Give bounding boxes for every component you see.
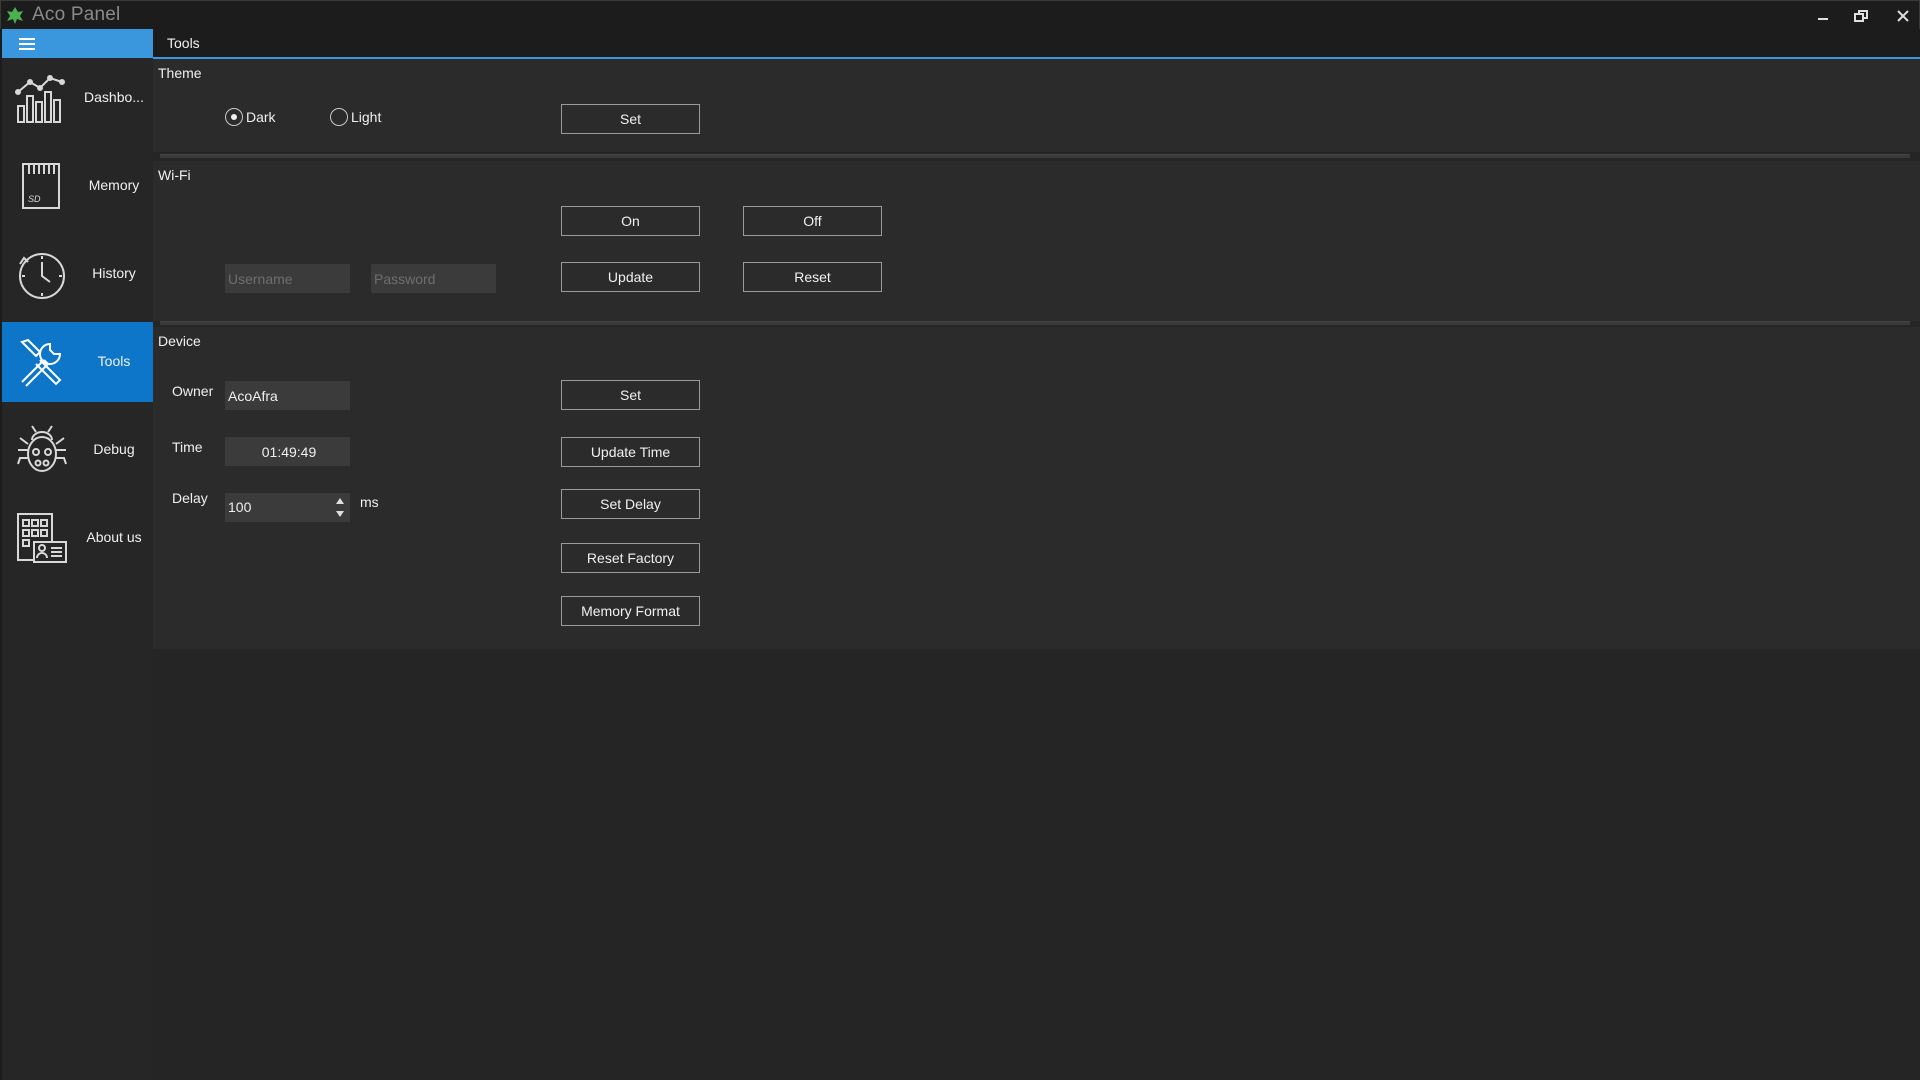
sidebar-item-tools[interactable]: Tools [2, 322, 153, 402]
radio-unselected-icon [330, 108, 348, 126]
wifi-reset-button[interactable]: Reset [743, 262, 882, 292]
time-input[interactable] [225, 437, 350, 466]
theme-panel: Theme Dark Light Set [153, 59, 1920, 152]
clock-icon [19, 253, 65, 299]
device-panel: Device Owner Set Time Update Time Delay … [153, 327, 1920, 649]
hamburger-icon [19, 37, 35, 50]
owner-set-button[interactable]: Set [561, 380, 700, 410]
set-delay-button[interactable]: Set Delay [561, 489, 700, 519]
sidebar-item-memory[interactable]: SD Memory [2, 146, 153, 226]
restore-icon [1854, 10, 1868, 22]
reset-factory-button[interactable]: Reset Factory [561, 543, 700, 573]
update-time-button[interactable]: Update Time [561, 437, 700, 467]
tools-icon [20, 338, 62, 387]
sidebar-item-about-us[interactable]: About us [2, 498, 153, 578]
wifi-section-title: Wi-Fi [158, 167, 191, 183]
about-card-icon [17, 513, 67, 563]
restore-button[interactable] [1847, 3, 1875, 29]
delay-label: Delay [172, 490, 208, 506]
memory-format-button[interactable]: Memory Format [561, 596, 700, 626]
close-button[interactable] [1889, 3, 1917, 29]
section-divider [160, 154, 1910, 158]
tools-content: Theme Dark Light Set Wi-Fi On Off Update… [153, 59, 1920, 1080]
sidebar-item-dashboard[interactable]: Dashbo... [2, 58, 153, 138]
spin-down-icon[interactable] [333, 508, 347, 520]
spin-up-icon[interactable] [333, 495, 347, 507]
device-section-title: Device [158, 333, 201, 349]
wifi-username-input[interactable] [225, 264, 350, 293]
wifi-off-button[interactable]: Off [743, 206, 882, 236]
menu-toggle-button[interactable] [2, 29, 153, 58]
sidebar-item-label: About us [86, 529, 142, 545]
sidebar-item-label: Memory [88, 177, 140, 193]
sidebar: Dashbo... SD Memory History Tools Debug … [2, 29, 153, 1080]
theme-section-title: Theme [158, 65, 202, 81]
wifi-password-input[interactable] [371, 264, 496, 293]
time-label: Time [172, 439, 203, 455]
owner-label: Owner [172, 383, 214, 399]
tab-bar: Tools [153, 29, 1920, 59]
wifi-on-button[interactable]: On [561, 206, 700, 236]
bug-icon [17, 425, 67, 472]
wifi-update-button[interactable]: Update [561, 262, 700, 292]
sidebar-item-label: Tools [97, 353, 131, 369]
title-bar: Aco Panel [0, 0, 1920, 29]
theme-set-button[interactable]: Set [561, 104, 700, 134]
close-icon [1897, 10, 1909, 22]
delay-stepper[interactable]: 100 [225, 493, 350, 522]
sidebar-item-history[interactable]: History [2, 234, 153, 314]
radio-label: Dark [246, 109, 276, 125]
svg-text:SD: SD [28, 194, 41, 204]
section-divider [160, 321, 1910, 325]
theme-radio-light[interactable]: Light [330, 108, 381, 126]
minimize-button[interactable] [1809, 3, 1837, 29]
wifi-panel: Wi-Fi On Off Update Reset [153, 161, 1920, 321]
dashboard-chart-icon [15, 75, 65, 123]
theme-radio-dark[interactable]: Dark [225, 108, 276, 126]
sidebar-item-label: Dashbo... [84, 89, 144, 105]
delay-value: 100 [228, 499, 252, 515]
sidebar-item-label: History [92, 265, 136, 281]
sidebar-item-label: Debug [93, 441, 135, 457]
radio-label: Light [351, 109, 382, 125]
sd-card-icon: SD [22, 163, 60, 209]
app-title: Aco Panel [32, 4, 121, 25]
tab-tools[interactable]: Tools [167, 35, 200, 51]
owner-input[interactable] [225, 381, 350, 410]
sidebar-item-debug[interactable]: Debug [2, 410, 153, 490]
delay-unit-label: ms [360, 494, 379, 510]
radio-selected-icon [225, 108, 243, 126]
minimize-icon [1818, 18, 1828, 20]
app-logo-icon [7, 7, 23, 24]
